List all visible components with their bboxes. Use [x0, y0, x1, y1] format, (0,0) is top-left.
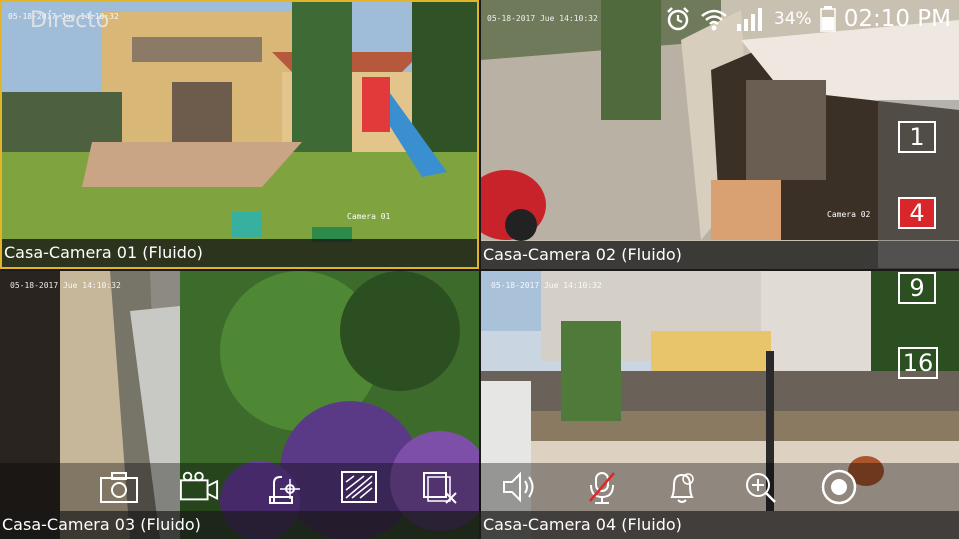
- record-icon: [821, 469, 857, 505]
- battery-percent: 34%: [773, 9, 812, 29]
- audio-icon: [503, 471, 534, 503]
- camera-2-timestamp: 05-18-2017 Jue 14:10:32: [487, 14, 598, 23]
- camera-tile-1[interactable]: 05-18-2017 Jue 14:10:32 Camera 01 Casa-C…: [0, 0, 479, 269]
- microphone-muted-icon: [589, 472, 615, 504]
- alarm-bell-icon: [670, 473, 694, 503]
- camera-4-caption: Casa-Camera 04 (Fluido): [481, 511, 959, 539]
- status-time: 02:10 PM: [843, 6, 951, 32]
- layout-4-button[interactable]: 4: [898, 197, 936, 229]
- wifi-icon: [701, 9, 727, 31]
- image-quality-icon: [341, 471, 377, 503]
- snapshot-button[interactable]: [99, 468, 139, 506]
- layout-9-button[interactable]: 9: [898, 272, 936, 304]
- live-toolbar: [0, 463, 959, 511]
- ptz-control-icon: [269, 476, 300, 504]
- signal-strength-icon: [736, 8, 762, 31]
- close-window-icon: [423, 472, 457, 504]
- record-video-button[interactable]: [179, 468, 219, 506]
- zoom-in-button[interactable]: [740, 468, 780, 506]
- camera-1-feed: [2, 2, 477, 267]
- camera-2-osd-name: Camera 02: [827, 210, 871, 219]
- audio-button[interactable]: [500, 468, 540, 506]
- video-record-icon: [179, 471, 219, 501]
- camera-1-caption: Casa-Camera 01 (Fluido): [2, 239, 477, 267]
- camera-3-caption: Casa-Camera 03 (Fluido): [0, 511, 479, 539]
- camera-snapshot-icon: [100, 472, 138, 503]
- zoom-in-icon: [746, 473, 776, 503]
- image-quality-button[interactable]: [339, 468, 379, 506]
- live-mode-label: Directo: [30, 8, 110, 33]
- layout-1-button[interactable]: 1: [898, 121, 936, 153]
- alarm-clock-icon: [667, 7, 689, 31]
- layout-16-button[interactable]: 16: [898, 347, 938, 379]
- battery-icon: [819, 6, 836, 32]
- record-button[interactable]: [819, 468, 859, 506]
- alarm-button[interactable]: [662, 468, 702, 506]
- talk-button[interactable]: [582, 468, 622, 506]
- ptz-button[interactable]: [264, 468, 304, 506]
- close-window-button[interactable]: [420, 468, 460, 506]
- camera-3-timestamp: 05-18-2017 Jue 14:10:32: [10, 281, 121, 290]
- camera-1-osd-name: Camera 01: [347, 212, 391, 221]
- camera-4-timestamp: 05-18-2017 Jue 14:10:32: [491, 281, 602, 290]
- android-status-bar: 34% 02:10 PM: [664, 5, 951, 33]
